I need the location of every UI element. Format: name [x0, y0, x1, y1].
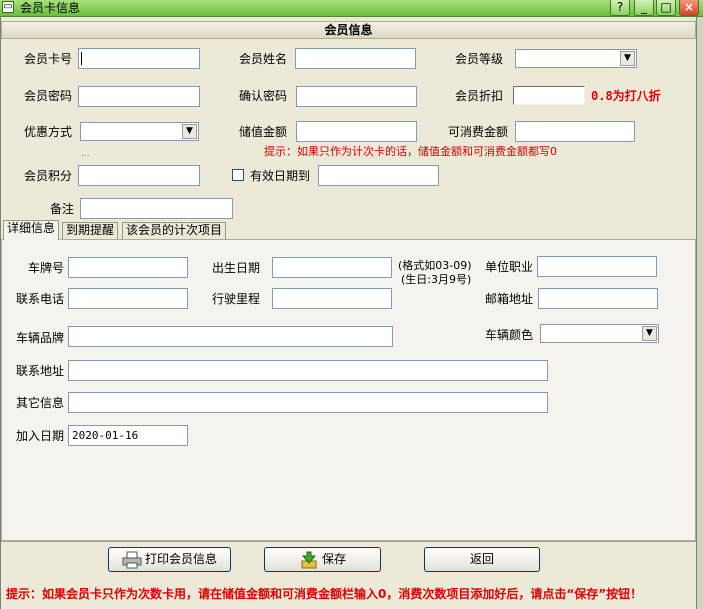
color-label: 车辆颜色	[485, 328, 534, 342]
plate-label: 车牌号	[28, 261, 65, 275]
points-input[interactable]	[78, 165, 200, 186]
birth-example-hint: (生日:3月9号)	[401, 273, 472, 286]
save-label: 保存	[321, 552, 346, 566]
expiry-label: 有效日期到	[250, 169, 311, 183]
card-no-label: 会员卡号	[24, 52, 73, 66]
notes-input[interactable]	[80, 198, 233, 219]
chevron-down-icon[interactable]: ▼	[642, 326, 657, 341]
balance-label: 储值金额	[239, 125, 288, 139]
tab-details[interactable]: 详细信息	[3, 220, 60, 240]
phone-input[interactable]	[68, 288, 188, 309]
address-label: 联系地址	[16, 364, 65, 378]
tabs-divider	[1, 239, 696, 240]
tab-count-items[interactable]: 该会员的计次项目	[122, 222, 227, 239]
expiry-checkbox[interactable]	[232, 169, 244, 181]
tab-expiry-reminder[interactable]: 到期提醒	[62, 222, 119, 239]
level-select[interactable]: ▼	[515, 49, 637, 68]
discount-label: 会员折扣	[455, 89, 504, 103]
download-arrow-icon	[301, 551, 317, 568]
save-button[interactable]: 保存	[264, 547, 381, 572]
window-title: 会员卡信息	[20, 1, 81, 15]
right-edge-strip	[697, 17, 703, 609]
minimize-button[interactable]: _	[634, 0, 654, 16]
email-input[interactable]	[538, 288, 658, 309]
brand-input[interactable]	[68, 326, 393, 347]
phone-label: 联系电话	[16, 292, 65, 306]
color-select[interactable]: ▼	[540, 324, 659, 343]
balance-input[interactable]	[296, 121, 417, 142]
email-label: 邮箱地址	[485, 292, 534, 306]
spendable-input[interactable]	[515, 121, 635, 142]
other-info-input[interactable]	[68, 392, 548, 413]
title-bar[interactable]: ▭ 会员卡信息 ? _ □ ×	[0, 0, 703, 17]
notes-label: 备注	[50, 202, 75, 216]
points-label: 会员积分	[24, 169, 73, 183]
name-input[interactable]	[295, 48, 416, 69]
bottom-separator	[1, 541, 696, 542]
promo-label: 优惠方式	[24, 125, 73, 139]
mileage-label: 行驶里程	[212, 292, 261, 306]
name-label: 会员姓名	[239, 52, 288, 66]
job-input[interactable]	[537, 256, 657, 277]
brand-label: 车辆品牌	[16, 331, 65, 345]
password-input[interactable]	[78, 86, 200, 107]
printer-icon	[122, 551, 142, 568]
promo-more-button[interactable]: ...	[81, 147, 90, 161]
join-date-input[interactable]: 2020-01-16	[68, 425, 188, 446]
level-label: 会员等级	[455, 52, 504, 66]
birth-label: 出生日期	[212, 261, 261, 275]
expiry-input[interactable]	[318, 165, 439, 186]
print-member-label: 打印会员信息	[144, 552, 217, 566]
birth-format-hint: (格式如03-09)	[398, 259, 472, 272]
discount-hint: 0.8为打八折	[591, 89, 661, 103]
back-label: 返回	[469, 552, 494, 566]
back-button[interactable]: 返回	[424, 547, 540, 572]
plate-input[interactable]	[68, 257, 188, 278]
birth-input[interactable]	[272, 257, 392, 278]
spendable-label: 可消费金额	[448, 125, 509, 139]
print-member-button[interactable]: 打印会员信息	[108, 547, 231, 572]
promo-select[interactable]: ▼	[80, 122, 199, 141]
count-card-hint: 提示：如果只作为计次卡的话，储值金额和可消费金额都写0	[264, 145, 557, 158]
chevron-down-icon[interactable]: ▼	[182, 124, 197, 139]
address-input[interactable]	[68, 360, 548, 381]
card-no-input[interactable]	[78, 48, 200, 69]
password-label: 会员密码	[24, 89, 73, 103]
section-header: 会员信息	[1, 21, 696, 39]
bottom-hint: 提示：如果会员卡只作为次数卡用，请在储值金额和可消费金额栏输入0，消费次数项目添…	[6, 587, 643, 601]
close-button[interactable]: ×	[679, 0, 699, 16]
other-info-label: 其它信息	[16, 396, 65, 410]
chevron-down-icon[interactable]: ▼	[620, 51, 635, 66]
discount-input[interactable]	[513, 86, 585, 105]
job-label: 单位职业	[485, 260, 534, 274]
join-date-label: 加入日期	[16, 429, 65, 443]
mileage-input[interactable]	[272, 288, 392, 309]
confirm-password-label: 确认密码	[239, 89, 288, 103]
maximize-button[interactable]: □	[656, 0, 676, 16]
help-button[interactable]: ?	[610, 0, 630, 16]
confirm-password-input[interactable]	[296, 86, 417, 107]
details-panel	[1, 239, 696, 541]
text-cursor	[81, 52, 82, 65]
window-menu-icon[interactable]: ▭	[2, 1, 14, 13]
